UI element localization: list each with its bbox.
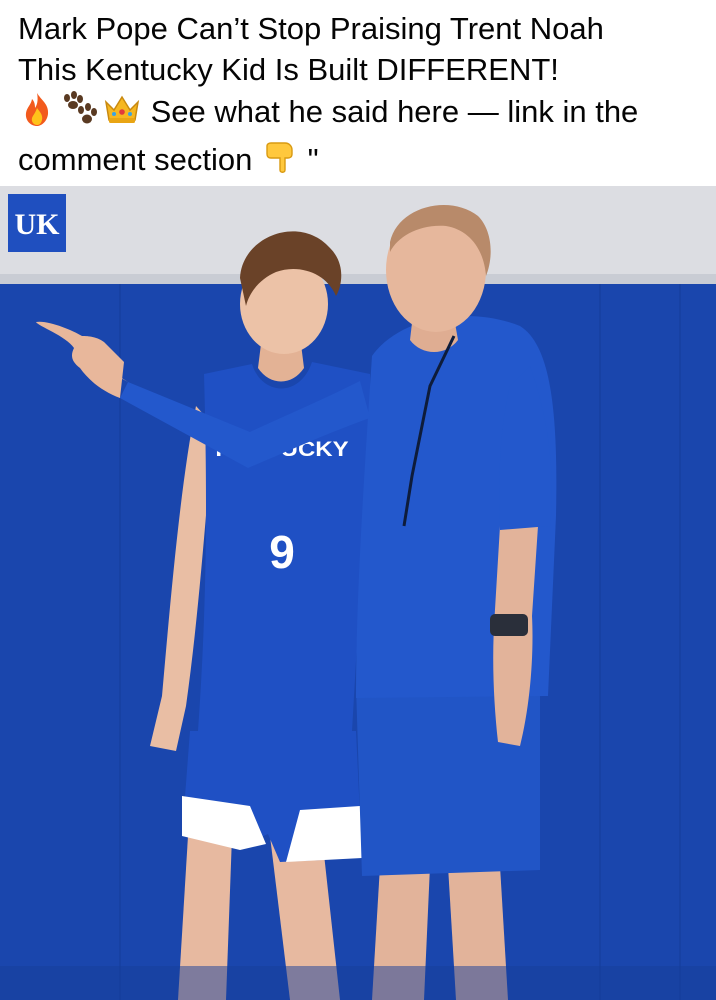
smartwatch-icon: [490, 614, 528, 636]
pointing-down-icon: [261, 138, 299, 186]
caption-line-2: This Kentucky Kid Is Built DIFFERENT!: [18, 52, 559, 87]
floor: [0, 966, 716, 1000]
post-photo[interactable]: UK KENTUCKY 9: [0, 186, 716, 1000]
jersey-number: 9: [269, 526, 295, 578]
caption-line-3-text: See what he said here — link in the: [150, 94, 639, 130]
caption-line-4-text: comment section: [18, 142, 253, 178]
crown-icon: [102, 90, 142, 138]
post-caption: Mark Pope Can’t Stop Praising Trent Noah…: [0, 0, 716, 186]
caption-line-1: Mark Pope Can’t Stop Praising Trent Noah: [18, 11, 604, 46]
uk-logo-text: UK: [15, 208, 61, 241]
caption-line-3: See what he said here — link in the: [18, 90, 698, 138]
upper-wall: [0, 186, 716, 281]
caption-line-4: comment section ": [18, 138, 698, 186]
uk-logo: UK: [8, 194, 66, 252]
caption-quote-mark: ": [307, 142, 319, 178]
fire-icon: [18, 90, 56, 138]
photo-illustration: UK KENTUCKY 9: [0, 186, 716, 1000]
social-post: Mark Pope Can’t Stop Praising Trent Noah…: [0, 0, 716, 1000]
paw-prints-icon: [58, 90, 100, 138]
